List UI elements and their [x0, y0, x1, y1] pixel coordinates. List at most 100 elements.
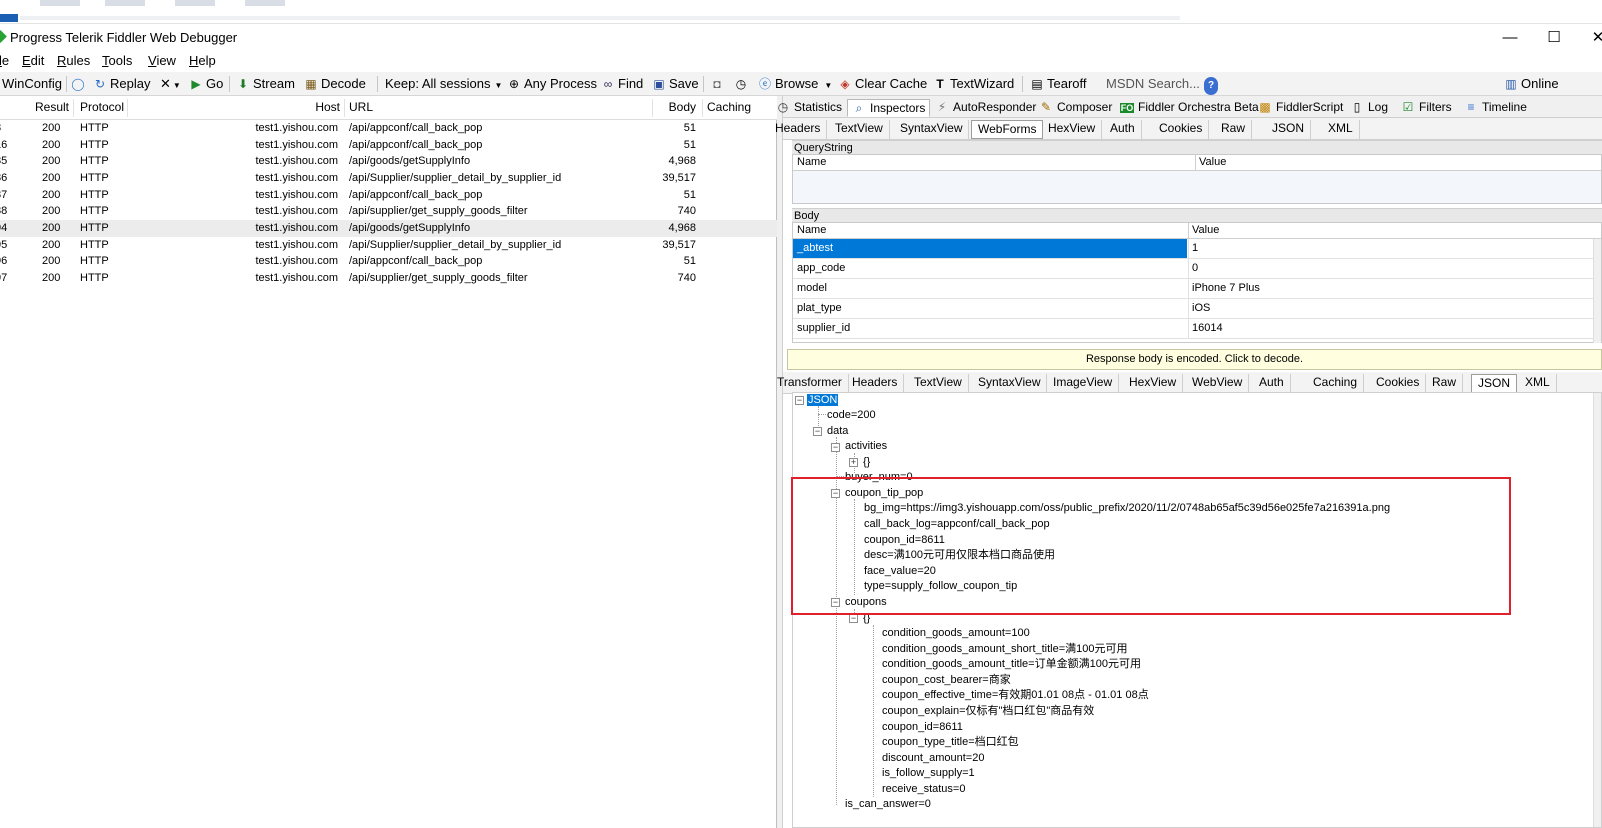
json-coupon-field-node[interactable]: coupon_effective_time=有效期01.01 08点 - 01.…	[882, 688, 1149, 703]
collapse-toggle[interactable]: −	[813, 427, 822, 436]
session-row[interactable]: 88 200 HTTP test1.yishou.com/api/supplier/g…	[0, 203, 777, 220]
body-value-column[interactable]: Value	[1192, 224, 1219, 236]
body-row[interactable]: model iPhone 7 Plus	[793, 279, 1601, 299]
close-button[interactable]: ✕	[1578, 26, 1602, 50]
json-activities-object[interactable]: {}	[863, 455, 870, 470]
json-buyer-num-node[interactable]: buyer_num=0	[845, 470, 913, 485]
json-coupon-field-node[interactable]: coupon_id=8611	[882, 720, 963, 735]
json-call-back-log-node[interactable]: call_back_log=appconf/call_back_pop	[864, 517, 1050, 532]
json-coupon-field-node[interactable]: discount_amount=20	[882, 751, 984, 766]
session-row[interactable]: 85 200 HTTP test1.yishou.com/api/goods/getS…	[0, 153, 777, 170]
req-tab-json[interactable]: JSON	[1266, 120, 1312, 139]
json-coupon-field-node[interactable]: coupon_cost_bearer=商家	[882, 673, 1011, 688]
tab-inspectors[interactable]: ⌕ Inspectors	[847, 99, 931, 117]
resp-tab-textview[interactable]: TextView	[908, 374, 969, 393]
resp-tab-raw[interactable]: Raw	[1426, 374, 1464, 393]
req-tab-textview[interactable]: TextView	[829, 120, 890, 139]
req-tab-headers[interactable]: Headers	[769, 120, 828, 139]
resp-tab-cookies[interactable]: Cookies	[1370, 374, 1427, 393]
json-code-node[interactable]: code=200	[827, 408, 876, 423]
body-row[interactable]: plat_type iOS	[793, 299, 1601, 319]
json-coupon-field-node[interactable]: condition_goods_amount_short_title=满100元…	[882, 642, 1128, 657]
resp-tab-webview[interactable]: WebView	[1186, 374, 1250, 393]
keep-sessions-dropdown[interactable]: Keep: All sessions ▼	[385, 75, 502, 93]
json-root-node[interactable]: JSON	[807, 393, 839, 408]
body-row[interactable]: app_code 0	[793, 259, 1601, 279]
body-row[interactable]: supplier_id 16014	[793, 319, 1601, 339]
collapse-toggle[interactable]: −	[831, 598, 840, 607]
msdn-search-input[interactable]: MSDN Search...	[1106, 75, 1200, 93]
screenshot-button[interactable]: ◘	[710, 75, 727, 93]
json-coupons-node[interactable]: coupons	[845, 595, 887, 610]
json-coupon-field-node[interactable]: coupon_type_title=档口红包	[882, 735, 1019, 750]
tab-log[interactable]: ▯ Log	[1346, 99, 1392, 117]
json-tree-scrollbar[interactable]	[1593, 393, 1601, 827]
tab-fiddler-orchestra[interactable]: FO Fiddler Orchestra Beta	[1116, 99, 1263, 117]
session-row[interactable]: 87 200 HTTP test1.yishou.com/api/appconf/ca…	[0, 187, 777, 204]
tab-composer[interactable]: ✎ Composer	[1035, 99, 1116, 117]
session-row[interactable]: 97 200 HTTP test1.yishou.com/api/supplier/g…	[0, 270, 777, 287]
column-result[interactable]: Result	[35, 100, 69, 114]
find-button[interactable]: ∞ Find	[601, 75, 644, 93]
resp-tab-imageview[interactable]: ImageView	[1047, 374, 1120, 393]
column-body[interactable]: Body	[656, 100, 696, 114]
column-protocol[interactable]: Protocol	[80, 100, 124, 114]
req-tab-syntaxview[interactable]: SyntaxView	[894, 120, 970, 139]
column-caching[interactable]: Caching	[707, 100, 751, 114]
column-host[interactable]: Host	[260, 100, 340, 114]
help-button[interactable]: ?	[1204, 75, 1221, 95]
session-row[interactable]: 94 200 HTTP test1.yishou.com/api/goods/getS…	[0, 220, 777, 237]
expand-toggle[interactable]: +	[849, 458, 858, 467]
resp-tab-json[interactable]: JSON	[1471, 374, 1518, 393]
querystring-value-column[interactable]: Value	[1199, 156, 1226, 168]
remove-button[interactable]: ✕ ▼	[160, 75, 181, 93]
maximize-button[interactable]: ☐	[1534, 26, 1574, 50]
resp-tab-caching[interactable]: Caching	[1307, 374, 1365, 393]
menu-rules[interactable]: Rules	[57, 53, 90, 68]
req-tab-auth[interactable]: Auth	[1104, 120, 1142, 139]
req-tab-hexview[interactable]: HexView	[1042, 120, 1103, 139]
tearoff-button[interactable]: ▤ Tearoff	[1030, 75, 1086, 93]
timer-button[interactable]: ◷	[734, 75, 751, 93]
session-row[interactable]: 8 200 HTTP test1.yishou.com/api/appconf/cal…	[0, 120, 777, 137]
online-indicator[interactable]: ▥ Online	[1504, 75, 1558, 93]
tab-fiddlerscript[interactable]: ▩ FiddlerScript	[1254, 99, 1347, 117]
any-process-button[interactable]: ⊕ Any Process	[507, 75, 597, 93]
resp-tab-syntaxview[interactable]: SyntaxView	[972, 374, 1048, 393]
save-button[interactable]: ▣ Save	[652, 75, 698, 93]
json-coupon-field-node[interactable]: receive_status=0	[882, 782, 965, 797]
json-coupon-tip-pop-node[interactable]: coupon_tip_pop	[845, 486, 923, 501]
menu-tools[interactable]: Tools	[102, 53, 132, 68]
menu-file[interactable]: le	[0, 53, 9, 68]
menu-help[interactable]: Help	[189, 53, 216, 68]
session-row[interactable]: 96 200 HTTP test1.yishou.com/api/appconf/ca…	[0, 253, 777, 270]
json-coupon-field-node[interactable]: condition_goods_amount_title=订单金额满100元可用	[882, 657, 1141, 672]
menu-edit[interactable]: Edit	[22, 53, 44, 68]
json-face-value-node[interactable]: face_value=20	[864, 564, 936, 579]
json-coupon-field-node[interactable]: is_follow_supply=1	[882, 766, 975, 781]
json-is-can-answer-node[interactable]: is_can_answer=0	[845, 797, 931, 812]
collapse-toggle[interactable]: −	[831, 489, 840, 498]
comment-button[interactable]: ◯	[71, 75, 88, 93]
json-data-node[interactable]: data	[827, 424, 848, 439]
clear-cache-button[interactable]: ◈ Clear Cache	[838, 75, 927, 93]
body-row[interactable]: _abtest 1	[793, 239, 1601, 259]
winconfig-button[interactable]: WinConfig	[2, 75, 62, 93]
json-bg-img-node[interactable]: bg_img=https://img3.yishouapp.com/oss/pu…	[864, 501, 1390, 516]
collapse-toggle[interactable]: −	[831, 443, 840, 452]
collapse-toggle[interactable]: −	[795, 396, 804, 405]
textwizard-button[interactable]: T TextWizard	[933, 75, 1014, 93]
session-row[interactable]: 16 200 HTTP test1.yishou.com/api/appconf/ca…	[0, 137, 777, 154]
req-tab-webforms[interactable]: WebForms	[971, 120, 1044, 139]
collapse-toggle[interactable]: −	[849, 614, 858, 623]
tab-timeline[interactable]: ≡ Timeline	[1460, 99, 1531, 117]
resp-tab-transformer[interactable]: Transformer	[771, 374, 849, 393]
resp-tab-xml[interactable]: XML	[1519, 374, 1557, 393]
querystring-name-column[interactable]: Name	[797, 156, 826, 168]
column-url[interactable]: URL	[349, 100, 373, 114]
session-row[interactable]: 95 200 HTTP test1.yishou.com/api/Supplier/s…	[0, 237, 777, 254]
resp-tab-headers[interactable]: Headers	[846, 374, 905, 393]
json-type-node[interactable]: type=supply_follow_coupon_tip	[864, 579, 1017, 594]
json-activities-node[interactable]: activities	[845, 439, 887, 454]
decode-button[interactable]: ▦ Decode	[304, 75, 365, 93]
